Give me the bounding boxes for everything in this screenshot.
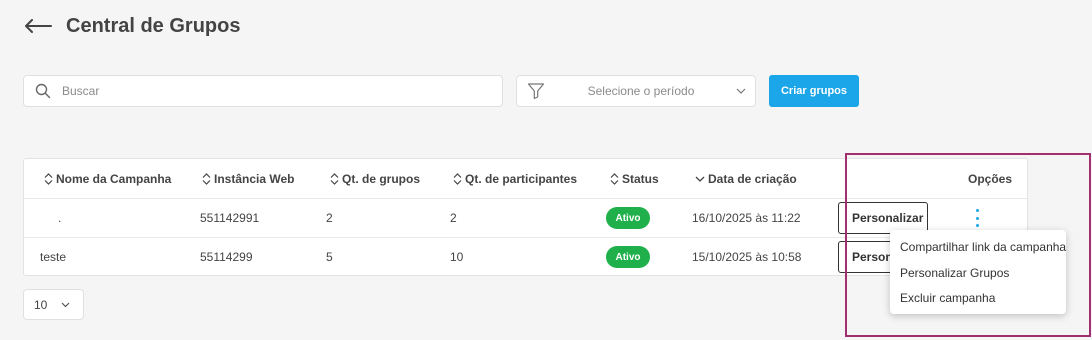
web-instance: 551142991 xyxy=(200,211,260,225)
table-row: teste 55114299 5 10 Ativo 15/10/2025 às … xyxy=(24,237,1027,276)
groups-count: 2 xyxy=(326,211,333,225)
column-header-groups[interactable]: Qt. de grupos xyxy=(330,172,420,186)
chevron-down-icon xyxy=(727,88,755,94)
column-header-options: Opções xyxy=(968,172,1012,186)
search-icon xyxy=(24,83,62,99)
sort-icon xyxy=(610,173,619,185)
column-header-participants[interactable]: Qt. de participantes xyxy=(453,172,577,186)
column-header-label: Qt. de grupos xyxy=(342,172,420,186)
campaign-name: . xyxy=(58,211,62,225)
campaigns-table: Nome da Campanha Instância Web Qt. de gr… xyxy=(23,158,1028,276)
created-date: 15/10/2025 às 10:58 xyxy=(692,250,802,264)
chevron-down-icon xyxy=(61,302,70,308)
column-header-label: Instância Web xyxy=(214,172,295,186)
created-date: 16/10/2025 às 11:22 xyxy=(692,211,801,225)
arrow-left-icon[interactable] xyxy=(24,14,52,38)
groups-count: 5 xyxy=(326,250,333,264)
options-menu: Compartilhar link da campanha Personaliz… xyxy=(890,230,1066,314)
page-header: Central de Grupos xyxy=(24,14,240,38)
more-options-icon[interactable] xyxy=(972,209,982,227)
status-badge: Ativo xyxy=(606,207,650,229)
sort-icon xyxy=(330,173,339,185)
period-select-label: Selecione o período xyxy=(587,84,695,98)
column-header-label: Data de criação xyxy=(708,172,797,186)
web-instance: 55114299 xyxy=(200,250,253,264)
menu-item-share-link[interactable]: Compartilhar link da campanha xyxy=(900,240,1066,254)
column-header-created[interactable]: Data de criação xyxy=(695,172,797,186)
column-header-label: Qt. de participantes xyxy=(465,172,578,186)
status-badge: Ativo xyxy=(606,246,650,268)
column-header-label: Nome da Campanha xyxy=(56,172,172,186)
column-header-label: Status xyxy=(622,172,659,186)
campaign-name: teste xyxy=(40,250,67,264)
page-size-select[interactable]: 10 xyxy=(23,289,84,320)
search-input[interactable] xyxy=(62,84,502,98)
table-row: . 551142991 2 2 Ativo 16/10/2025 às 11:2… xyxy=(24,198,1027,237)
page-title: Central de Grupos xyxy=(66,14,241,37)
menu-item-delete-campaign[interactable]: Excluir campanha xyxy=(900,291,995,305)
column-header-status[interactable]: Status xyxy=(610,172,659,186)
column-header-label: Opções xyxy=(968,172,1013,186)
participants-count: 2 xyxy=(450,211,457,225)
sort-desc-icon xyxy=(695,176,705,182)
create-groups-button[interactable]: Criar grupos xyxy=(769,75,859,107)
menu-item-customize-groups[interactable]: Personalizar Grupos xyxy=(900,266,1009,280)
column-header-instance[interactable]: Instância Web xyxy=(202,172,294,186)
sort-icon xyxy=(453,173,462,185)
column-header-name[interactable]: Nome da Campanha xyxy=(44,172,171,186)
page-size-value: 10 xyxy=(34,297,48,312)
filter-icon xyxy=(517,82,555,100)
search-box[interactable] xyxy=(23,75,503,107)
participants-count: 10 xyxy=(450,250,464,264)
period-select[interactable]: Selecione o período xyxy=(516,75,756,107)
sort-icon xyxy=(202,173,211,185)
sort-icon xyxy=(44,173,53,185)
